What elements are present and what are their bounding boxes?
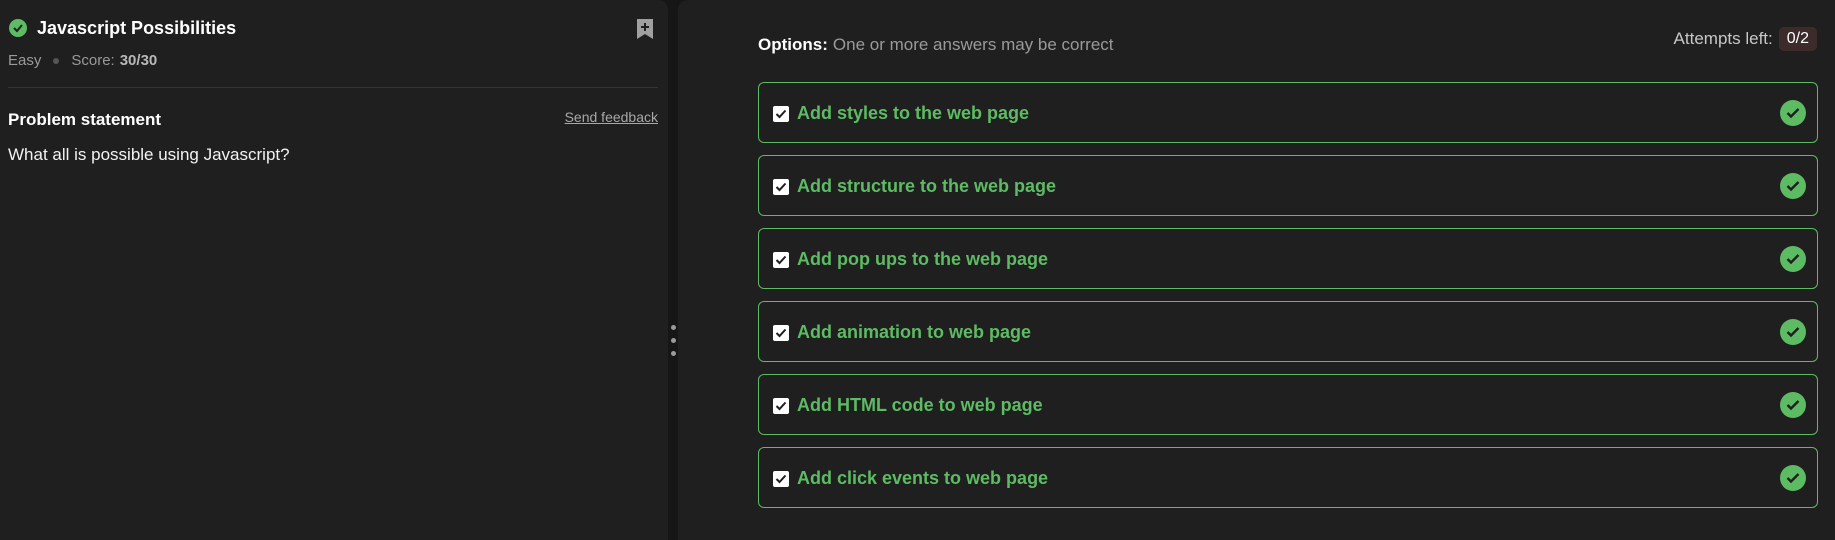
send-feedback-link[interactable]: Send feedback bbox=[565, 109, 658, 125]
option-label: Add HTML code to web page bbox=[797, 395, 1043, 415]
solved-check-icon bbox=[9, 19, 27, 37]
problem-meta: Easy Score: 30/30 bbox=[8, 52, 157, 69]
correct-check-icon bbox=[1780, 319, 1806, 345]
checkbox-checked-icon[interactable] bbox=[773, 471, 789, 487]
attempts-label: Attempts left: bbox=[1673, 29, 1773, 48]
problem-title: Javascript Possibilities bbox=[37, 18, 237, 38]
checkbox-checked-icon[interactable] bbox=[773, 398, 789, 414]
separator-dot bbox=[53, 57, 60, 64]
options-label: Options: bbox=[758, 35, 828, 54]
attempts-badge: 0/2 bbox=[1778, 27, 1817, 51]
correct-check-icon bbox=[1780, 246, 1806, 272]
option-label: Add structure to the web page bbox=[797, 176, 1057, 196]
correct-check-icon bbox=[1780, 100, 1806, 126]
option-item[interactable]: Add pop ups to the web page bbox=[758, 228, 1818, 289]
option-label: Add click events to web page bbox=[797, 468, 1049, 488]
options-heading: Options: One or more answers may be corre… bbox=[758, 35, 1114, 55]
correct-check-icon bbox=[1780, 173, 1806, 199]
divider bbox=[8, 87, 658, 88]
option-item[interactable]: Add HTML code to web page bbox=[758, 374, 1818, 435]
checkbox-checked-icon[interactable] bbox=[773, 179, 789, 195]
bookmark-add-icon[interactable] bbox=[635, 18, 655, 40]
problem-statement-heading: Problem statement bbox=[8, 110, 162, 129]
drag-handle-icon[interactable] bbox=[669, 325, 677, 365]
option-label: Add styles to the web page bbox=[797, 103, 1030, 123]
options-list: Add styles to the web page Add structure… bbox=[758, 82, 1818, 520]
checkbox-checked-icon[interactable] bbox=[773, 252, 789, 268]
option-label: Add animation to web page bbox=[797, 322, 1032, 342]
option-item[interactable]: Add animation to web page bbox=[758, 301, 1818, 362]
option-label: Add pop ups to the web page bbox=[797, 249, 1048, 269]
checkbox-checked-icon[interactable] bbox=[773, 325, 789, 341]
correct-check-icon bbox=[1780, 465, 1806, 491]
option-item[interactable]: Add structure to the web page bbox=[758, 155, 1818, 216]
difficulty-label: Easy bbox=[8, 52, 42, 69]
question-text: What all is possible using Javascript? bbox=[8, 145, 290, 164]
checkbox-checked-icon[interactable] bbox=[773, 106, 789, 122]
option-item[interactable]: Add styles to the web page bbox=[758, 82, 1818, 143]
score-value: 30/30 bbox=[119, 52, 158, 69]
option-item[interactable]: Add click events to web page bbox=[758, 447, 1818, 508]
problem-panel: Javascript Possibilities Easy Score: 30/… bbox=[0, 0, 668, 540]
options-hint: One or more answers may be correct bbox=[832, 35, 1114, 54]
attempts-indicator: Attempts left: 0/2 bbox=[1674, 27, 1817, 51]
correct-check-icon bbox=[1780, 392, 1806, 418]
score-label: Score: bbox=[71, 52, 115, 69]
